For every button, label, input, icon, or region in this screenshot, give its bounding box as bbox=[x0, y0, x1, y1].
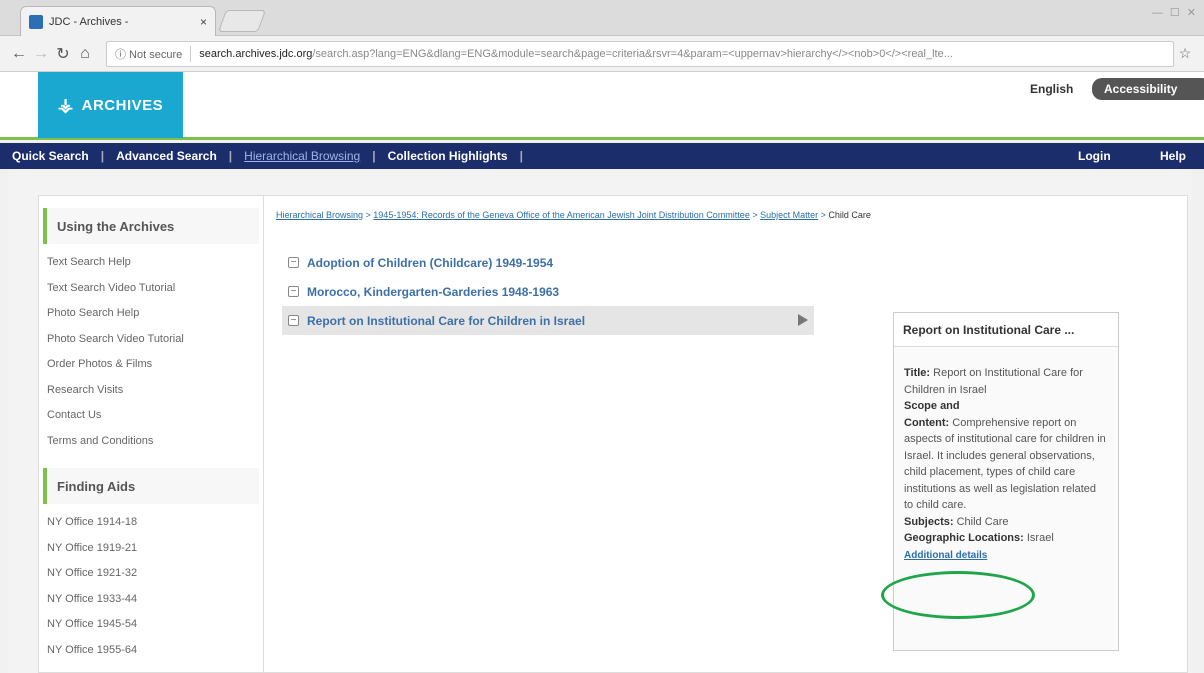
nav-help[interactable]: Help bbox=[1148, 149, 1198, 163]
hierarchy-tree: − Adoption of Children (Childcare) 1949-… bbox=[282, 248, 814, 335]
sidebar-item[interactable]: NY Office 1933-44 bbox=[39, 587, 263, 613]
nav-login[interactable]: Login bbox=[1066, 149, 1123, 163]
detail-panel: Report on Institutional Care ... Title: … bbox=[893, 312, 1119, 651]
reload-icon[interactable]: ↻ bbox=[52, 44, 74, 64]
sidebar-item[interactable]: NY Office 1921-32 bbox=[39, 561, 263, 587]
new-tab-button[interactable] bbox=[217, 10, 267, 32]
scope-label-line2: Content: bbox=[904, 416, 950, 429]
sidebar-item[interactable]: NY Office 1955-64 bbox=[39, 638, 263, 664]
collapse-toggle-icon[interactable]: − bbox=[288, 286, 299, 297]
collapse-toggle-icon[interactable]: − bbox=[288, 257, 299, 268]
browser-tab[interactable]: JDC - Archives - × bbox=[20, 6, 216, 36]
breadcrumb-separator: > bbox=[363, 210, 374, 220]
site-logo[interactable]: ⚶ ARCHIVES bbox=[38, 72, 183, 138]
sidebar-heading-using-archives: Using the Archives bbox=[43, 208, 259, 244]
nav-separator: | bbox=[519, 149, 523, 163]
browser-tabstrip: JDC - Archives - × — ☐ ✕ bbox=[0, 0, 1204, 36]
tab-title: JDC - Archives - bbox=[49, 15, 129, 28]
home-icon[interactable]: ⌂ bbox=[74, 45, 96, 63]
site-header: ⚶ ARCHIVES English Accessibility bbox=[0, 72, 1204, 140]
nav-quick-search[interactable]: Quick Search bbox=[0, 149, 101, 163]
detail-panel-body: Title: Report on Institutional Care for … bbox=[894, 347, 1118, 564]
address-bar[interactable]: ⓘ Not secure search.archives.jdc.org /se… bbox=[106, 40, 1174, 67]
favicon-icon bbox=[29, 14, 43, 29]
geographic-locations-label: Geographic Locations: bbox=[904, 532, 1024, 544]
tree-item-label[interactable]: Report on Institutional Care for Childre… bbox=[307, 314, 585, 328]
play-arrow-icon[interactable] bbox=[798, 314, 808, 326]
sidebar-item[interactable]: Research Visits bbox=[39, 378, 263, 404]
breadcrumb-current: Child Care bbox=[828, 210, 871, 220]
sidebar-item[interactable]: NY Office 1919-21 bbox=[39, 536, 263, 562]
forward-arrow-icon[interactable]: → bbox=[30, 45, 52, 63]
title-value: Report on Institutional Care for Childre… bbox=[904, 367, 1083, 396]
scope-label-line1: Scope and bbox=[904, 400, 960, 412]
back-arrow-icon[interactable]: ← bbox=[8, 45, 30, 63]
tree-item-label[interactable]: Adoption of Children (Childcare) 1949-19… bbox=[307, 256, 553, 270]
bookmark-star-icon[interactable]: ☆ bbox=[1174, 45, 1196, 62]
subjects-label: Subjects: bbox=[904, 515, 954, 528]
window-controls[interactable]: — ☐ ✕ bbox=[1152, 6, 1198, 19]
sidebar-item[interactable]: Order Photos & Films bbox=[39, 352, 263, 378]
additional-details-link[interactable]: Additional details bbox=[904, 550, 987, 561]
breadcrumb-subject-matter[interactable]: Subject Matter bbox=[760, 210, 818, 220]
breadcrumb-geneva-office[interactable]: 1945-1954: Records of the Geneva Office … bbox=[373, 210, 750, 220]
sidebar-list-finding-aids: NY Office 1914-18 NY Office 1919-21 NY O… bbox=[39, 510, 263, 663]
tree-item-morocco[interactable]: − Morocco, Kindergarten-Garderies 1948-1… bbox=[282, 277, 814, 306]
sidebar-item[interactable]: Text Search Video Tutorial bbox=[39, 276, 263, 302]
nav-hierarchical-browsing[interactable]: Hierarchical Browsing bbox=[232, 149, 372, 163]
menorah-logo-icon: ⚶ bbox=[57, 94, 74, 115]
tree-item-report-selected[interactable]: − Report on Institutional Care for Child… bbox=[282, 306, 814, 335]
geographic-locations-value: Israel bbox=[1026, 532, 1054, 544]
tree-item-adoption[interactable]: − Adoption of Children (Childcare) 1949-… bbox=[282, 248, 814, 277]
sidebar-item[interactable]: NY Office 1914-18 bbox=[39, 510, 263, 536]
title-label: Title: bbox=[904, 367, 931, 379]
sidebar-item[interactable]: Photo Search Video Tutorial bbox=[39, 327, 263, 353]
sidebar-item[interactable]: Text Search Help bbox=[39, 250, 263, 276]
url-domain: search.archives.jdc.org bbox=[199, 47, 313, 60]
sidebar-item[interactable]: Contact Us bbox=[39, 403, 263, 429]
breadcrumb-separator: > bbox=[818, 210, 829, 220]
subjects-value: Child Care bbox=[956, 515, 1009, 528]
nav-collection-highlights[interactable]: Collection Highlights bbox=[376, 149, 520, 163]
breadcrumb-separator: > bbox=[749, 210, 761, 220]
sidebar: Using the Archives Text Search Help Text… bbox=[38, 195, 264, 673]
detail-panel-title: Report on Institutional Care ... bbox=[894, 313, 1118, 347]
tree-item-label[interactable]: Morocco, Kindergarten-Garderies 1948-196… bbox=[307, 285, 559, 299]
security-indicator[interactable]: ⓘ Not secure bbox=[115, 45, 192, 62]
url-path: /search.asp?lang=ENG&dlang=ENG&module=se… bbox=[312, 47, 953, 60]
main-nav: Quick Search | Advanced Search | Hierarc… bbox=[0, 143, 1204, 169]
tab-close-icon[interactable]: × bbox=[200, 15, 207, 29]
language-link[interactable]: English bbox=[1030, 82, 1073, 96]
scope-value: Comprehensive report on aspects of insti… bbox=[904, 416, 1106, 512]
sidebar-list-using-archives: Text Search Help Text Search Video Tutor… bbox=[39, 250, 263, 454]
breadcrumb-hierarchical-browsing[interactable]: Hierarchical Browsing bbox=[276, 210, 363, 220]
accessibility-button[interactable]: Accessibility bbox=[1092, 78, 1204, 100]
nav-advanced-search[interactable]: Advanced Search bbox=[104, 149, 229, 163]
logo-text: ARCHIVES bbox=[81, 96, 164, 114]
breadcrumb: Hierarchical Browsing > 1945-1954: Recor… bbox=[276, 210, 871, 220]
sidebar-heading-finding-aids: Finding Aids bbox=[43, 468, 259, 504]
sidebar-item[interactable]: NY Office 1945-54 bbox=[39, 612, 263, 638]
browser-toolbar: ← → ↻ ⌂ ⓘ Not secure search.archives.jdc… bbox=[0, 36, 1204, 72]
collapse-toggle-icon[interactable]: − bbox=[288, 315, 299, 326]
sidebar-item[interactable]: Terms and Conditions bbox=[39, 429, 263, 455]
sidebar-item[interactable]: Photo Search Help bbox=[39, 301, 263, 327]
main-panel: Hierarchical Browsing > 1945-1954: Recor… bbox=[264, 195, 1188, 673]
